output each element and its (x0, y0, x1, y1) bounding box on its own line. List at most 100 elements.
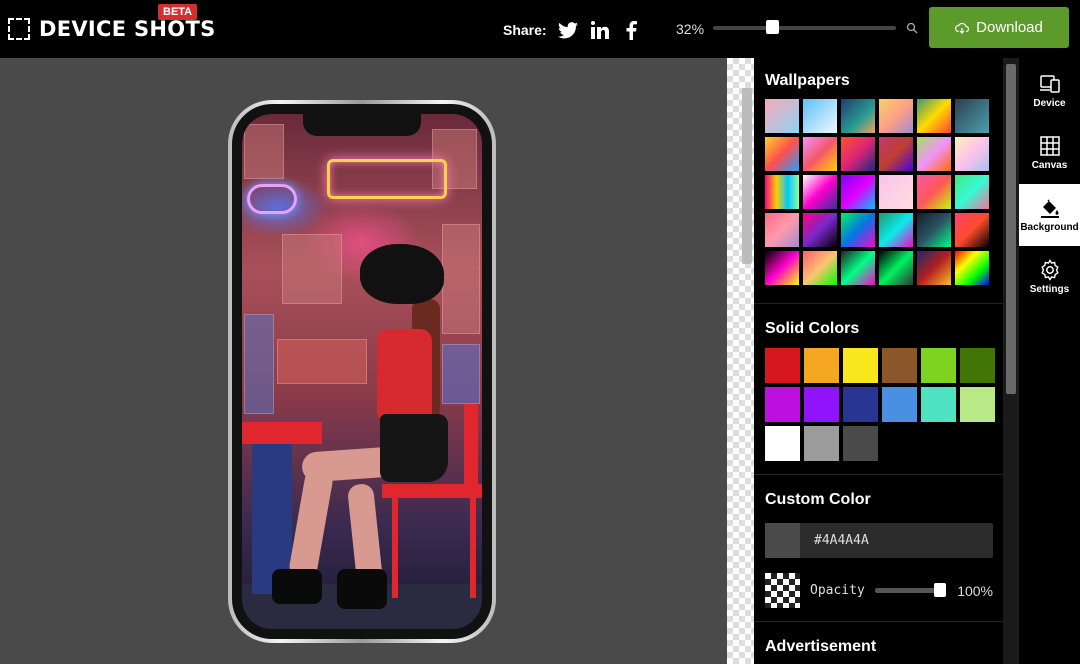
neon-sign (327, 159, 447, 199)
color-swatch[interactable] (804, 348, 839, 383)
wallpaper-thumbnail[interactable] (879, 175, 913, 209)
app-name: DEVICE SHOTS (39, 17, 216, 41)
download-label: Download (976, 19, 1043, 36)
wallpaper-thumbnail[interactable] (765, 137, 799, 171)
wallpaper-thumbnail[interactable] (879, 213, 913, 247)
wallpaper-thumbnail[interactable] (841, 137, 875, 171)
boot (337, 569, 387, 609)
wallpaper-thumbnail[interactable] (803, 175, 837, 209)
neon-controller-sign (247, 184, 297, 214)
wallpaper-thumbnail[interactable] (803, 137, 837, 171)
right-nav: Device Canvas Background Settings (1019, 58, 1080, 664)
wallpaper-thumbnail[interactable] (917, 175, 951, 209)
nav-settings-label: Settings (1029, 284, 1070, 295)
chair-seat (382, 484, 482, 498)
solid-colors-grid (765, 348, 995, 461)
custom-color-value[interactable]: #4A4A4A (814, 533, 869, 548)
beta-badge: BETA (158, 4, 198, 20)
twitter-icon[interactable] (557, 19, 579, 41)
search-icon[interactable] (906, 22, 918, 34)
color-swatch[interactable] (765, 348, 800, 383)
color-swatch[interactable] (921, 387, 956, 422)
wallpaper-thumbnail[interactable] (879, 99, 913, 133)
wallpaper-thumbnail[interactable] (765, 99, 799, 133)
opacity-slider-thumb[interactable] (934, 583, 946, 597)
wallpaper-thumbnail[interactable] (917, 137, 951, 171)
solid-colors-title: Solid Colors (765, 320, 860, 337)
wallpaper-thumbnail[interactable] (841, 213, 875, 247)
wallpaper-thumbnail[interactable] (803, 251, 837, 285)
poster (442, 224, 480, 334)
linkedin-icon[interactable] (589, 19, 611, 41)
wallpaper-thumbnail[interactable] (765, 175, 799, 209)
wallpaper-thumbnail[interactable] (803, 99, 837, 133)
wallpaper-thumbnail[interactable] (879, 251, 913, 285)
wallpapers-title: Wallpapers (765, 72, 850, 89)
nav-settings[interactable]: Settings (1019, 246, 1080, 308)
color-swatch[interactable] (765, 387, 800, 422)
wallpaper-thumbnail[interactable] (879, 137, 913, 171)
share-group: Share: (503, 19, 653, 41)
wallpaper-thumbnail[interactable] (955, 137, 989, 171)
torso (377, 329, 432, 419)
table (242, 422, 322, 444)
wallpaper-thumbnail[interactable] (841, 99, 875, 133)
cloud-download-icon (955, 22, 970, 34)
nav-device[interactable]: Device (1019, 60, 1080, 122)
color-swatch[interactable] (921, 348, 956, 383)
divider (754, 621, 1003, 622)
color-swatch[interactable] (804, 426, 839, 461)
advertisement-title: Advertisement (765, 638, 877, 655)
wallpaper-thumbnail[interactable] (955, 213, 989, 247)
color-swatch[interactable] (882, 387, 917, 422)
nav-canvas-label: Canvas (1031, 160, 1068, 171)
phone-mockup[interactable] (228, 100, 496, 643)
color-swatch[interactable] (765, 426, 800, 461)
color-swatch[interactable] (843, 387, 878, 422)
custom-color-title: Custom Color (765, 491, 871, 508)
facebook-icon[interactable] (621, 19, 643, 41)
nav-background-label: Background (1020, 222, 1079, 233)
wallpaper-thumbnail[interactable] (955, 175, 989, 209)
opacity-slider-track[interactable] (875, 588, 943, 593)
phone-notch (303, 114, 421, 136)
wallpaper-thumbnail[interactable] (841, 251, 875, 285)
color-swatch[interactable] (960, 387, 995, 422)
wallpaper-thumbnail[interactable] (917, 99, 951, 133)
poster (442, 344, 480, 404)
paint-bucket-icon (1040, 199, 1059, 218)
chair-leg (470, 498, 476, 598)
color-swatch[interactable] (843, 426, 878, 461)
panel-scrollbar-thumb[interactable] (1006, 64, 1016, 394)
leg (287, 467, 335, 581)
wallpaper-thumbnail[interactable] (803, 213, 837, 247)
zoom-slider-track[interactable] (713, 26, 896, 30)
wallpaper-thumbnail[interactable] (765, 251, 799, 285)
color-swatch[interactable] (960, 348, 995, 383)
nav-canvas[interactable]: Canvas (1019, 122, 1080, 184)
zoom-percent: 32% (676, 21, 705, 37)
zoom-slider-thumb[interactable] (766, 20, 779, 34)
color-swatch[interactable] (804, 387, 839, 422)
wallpaper-thumbnail[interactable] (955, 251, 989, 285)
download-button[interactable]: Download (929, 7, 1069, 48)
canvas-area[interactable] (0, 58, 727, 664)
canvas-scrollbar-thumb[interactable] (742, 88, 752, 264)
logo[interactable]: DEVICE SHOTS BETA (8, 4, 216, 44)
boot (272, 569, 322, 604)
grid-icon (1039, 136, 1060, 156)
wallpaper-thumbnail[interactable] (841, 175, 875, 209)
nav-background[interactable]: Background (1019, 184, 1080, 246)
color-swatch[interactable] (882, 348, 917, 383)
wallpaper-thumbnail[interactable] (955, 99, 989, 133)
device-icon (1039, 75, 1060, 93)
custom-color-preview[interactable] (765, 523, 800, 558)
wallpaper-thumbnail[interactable] (917, 213, 951, 247)
helmet (360, 244, 444, 304)
wallpaper-thumbnail[interactable] (765, 213, 799, 247)
color-swatch[interactable] (843, 348, 878, 383)
poster (277, 339, 367, 384)
background-panel: Wallpapers Solid Colors Custom Color #4A… (754, 58, 1003, 664)
custom-color-field[interactable]: #4A4A4A (765, 523, 993, 558)
wallpaper-thumbnail[interactable] (917, 251, 951, 285)
